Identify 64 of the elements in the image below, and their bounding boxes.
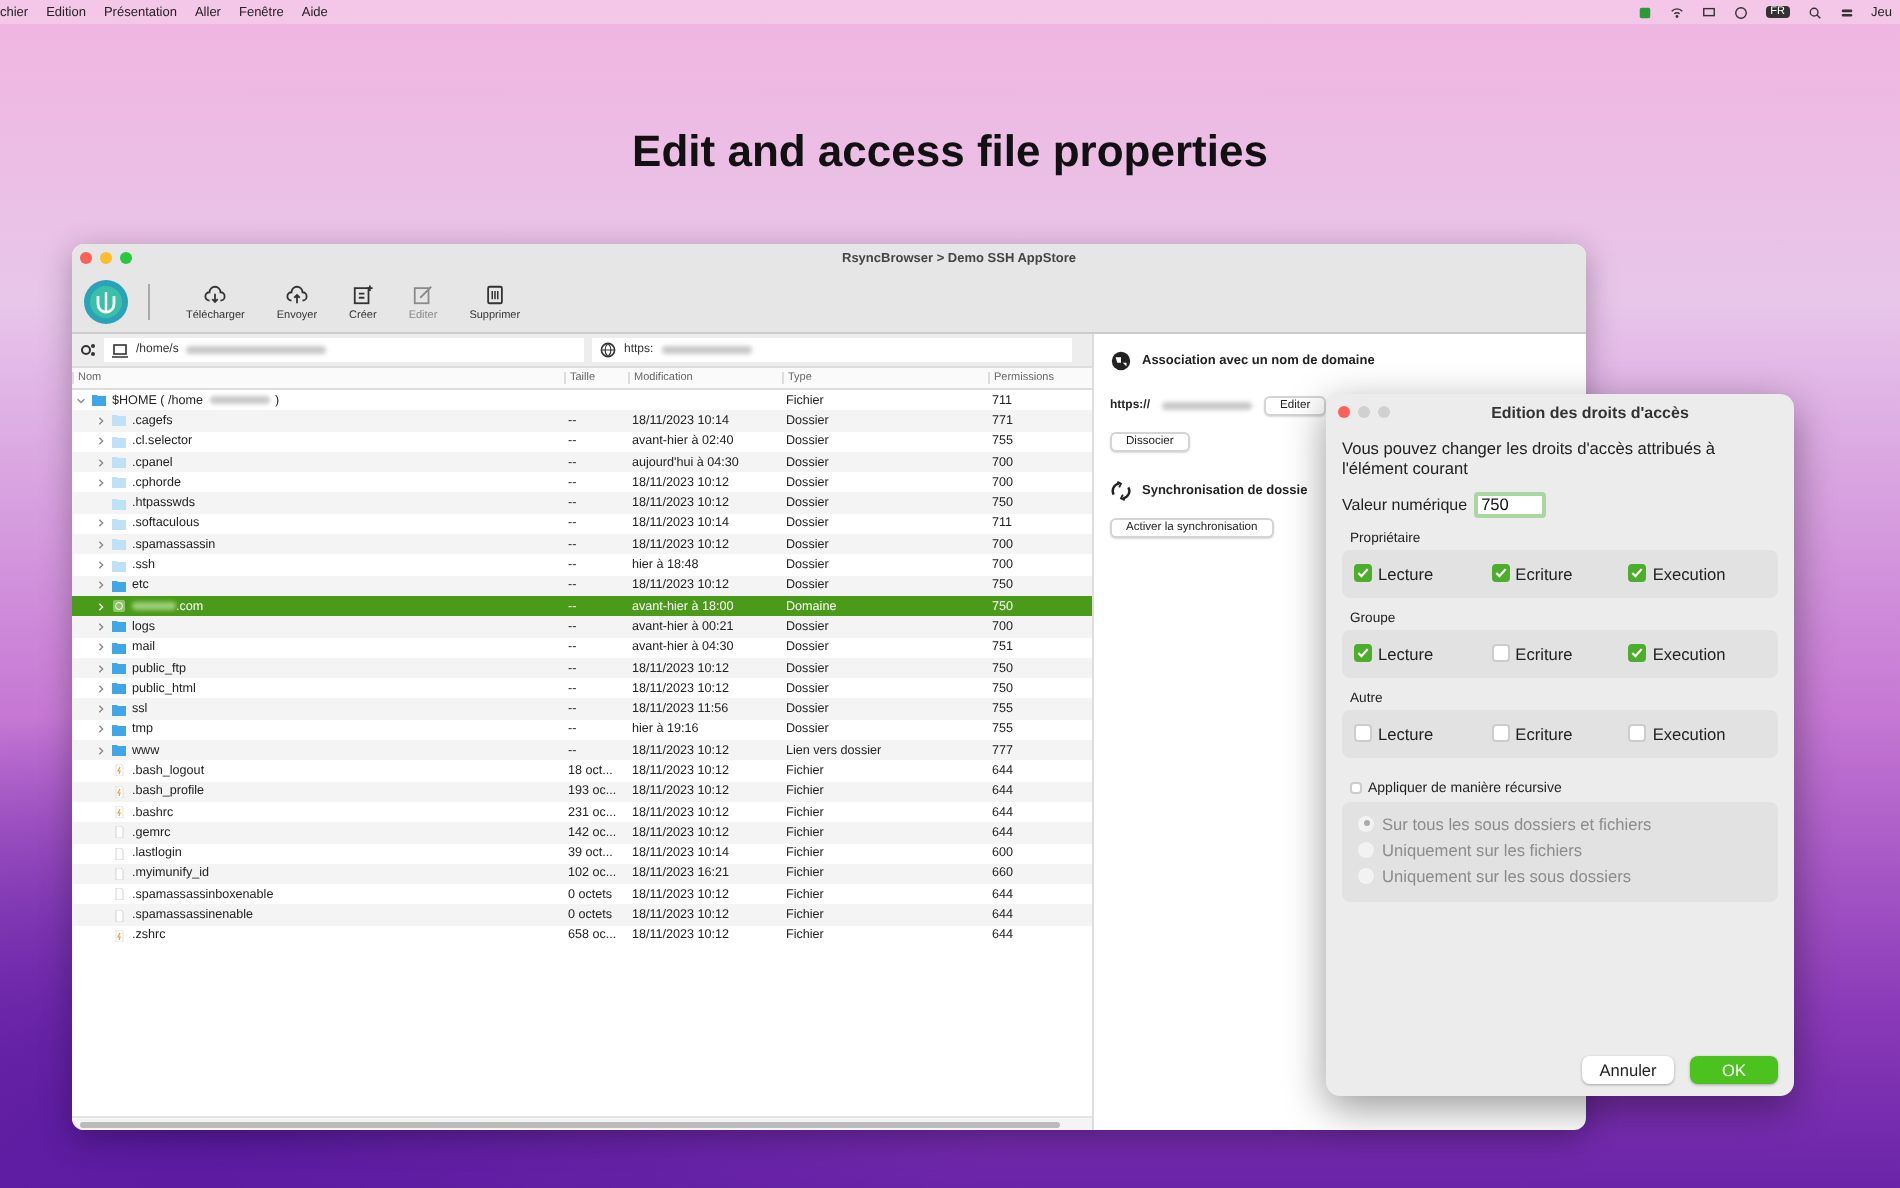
new-document-icon [351,283,374,305]
disclosure-chevron-icon[interactable] [96,683,106,694]
disclosure-chevron-icon[interactable] [96,477,106,488]
checkbox[interactable] [1354,644,1372,663]
permission-checkbox[interactable]: Execution [1628,563,1766,584]
disclosure-chevron-icon[interactable] [96,539,106,550]
search-icon[interactable] [1807,5,1822,19]
cloud-download-icon [204,283,227,305]
script-file-icon [112,806,126,819]
settings-icon[interactable] [80,342,96,358]
laptop-icon [112,343,128,357]
permission-checkbox[interactable]: Ecriture [1491,643,1629,664]
checkbox[interactable] [1354,724,1372,743]
app-logo-icon [84,280,128,324]
checkbox[interactable] [1354,564,1372,583]
script-file-icon [112,785,126,798]
wifi-icon[interactable] [1670,5,1685,19]
control-center-icon[interactable] [1839,5,1854,19]
disclosure-chevron-icon[interactable] [96,580,106,591]
display-icon[interactable] [1702,5,1717,19]
numeric-value-field[interactable]: 750 [1473,491,1546,518]
checkbox[interactable] [1491,564,1510,583]
disclosure-chevron-icon[interactable] [96,436,106,447]
checkbox[interactable] [1628,644,1647,663]
permission-checkbox[interactable]: Ecriture [1491,723,1629,744]
checkbox[interactable] [1350,782,1362,795]
sync-icon [1110,480,1132,502]
disclosure-chevron-icon[interactable] [96,663,106,673]
status-icon[interactable] [1638,5,1653,19]
dialog-title: Edition des droits d'accès [1491,403,1689,421]
checkbox[interactable] [1628,564,1647,583]
globe-icon [1110,350,1132,372]
cancel-button[interactable]: Annuler [1582,1056,1674,1084]
field-label: Valeur numérique [1342,495,1468,514]
disclosure-chevron-icon[interactable] [96,621,106,632]
permission-checkbox[interactable]: Lecture [1354,563,1492,584]
disclosure-chevron-icon[interactable] [96,560,106,571]
permission-checkbox[interactable]: Lecture [1354,643,1492,664]
permission-checkbox[interactable]: Ecriture [1491,563,1629,584]
scrollbar-thumb[interactable] [80,1121,1060,1127]
script-file-icon [112,764,126,777]
disclosure-chevron-icon[interactable] [96,415,106,426]
permission-checkbox[interactable]: Lecture [1354,723,1492,744]
checkbox[interactable] [1628,724,1647,743]
globe-icon [600,342,616,358]
dialog-message: Vous pouvez changer les droits d'accès attribués à l'élément courant [1342,438,1718,480]
clock-icon[interactable] [1734,5,1749,19]
trash-icon [483,283,506,305]
headline: Edit and access file properties [632,126,1268,178]
disclosure-chevron-icon[interactable] [96,642,106,653]
permission-checkbox[interactable]: Execution [1628,723,1766,744]
disclosure-chevron-icon[interactable] [76,395,86,406]
script-file-icon [112,929,126,942]
permission-checkbox[interactable]: Execution [1628,643,1766,664]
globe-icon [112,600,126,613]
disclosure-chevron-icon[interactable] [96,724,106,735]
cloud-upload-icon [285,283,308,305]
disclosure-chevron-icon[interactable] [96,518,106,529]
pencil-square-icon [412,283,434,305]
disclosure-chevron-icon[interactable] [96,704,106,715]
checkbox[interactable] [1491,724,1510,743]
checkbox[interactable] [1491,644,1510,663]
disclosure-chevron-icon[interactable] [96,745,106,756]
disclosure-chevron-icon[interactable] [96,457,106,468]
